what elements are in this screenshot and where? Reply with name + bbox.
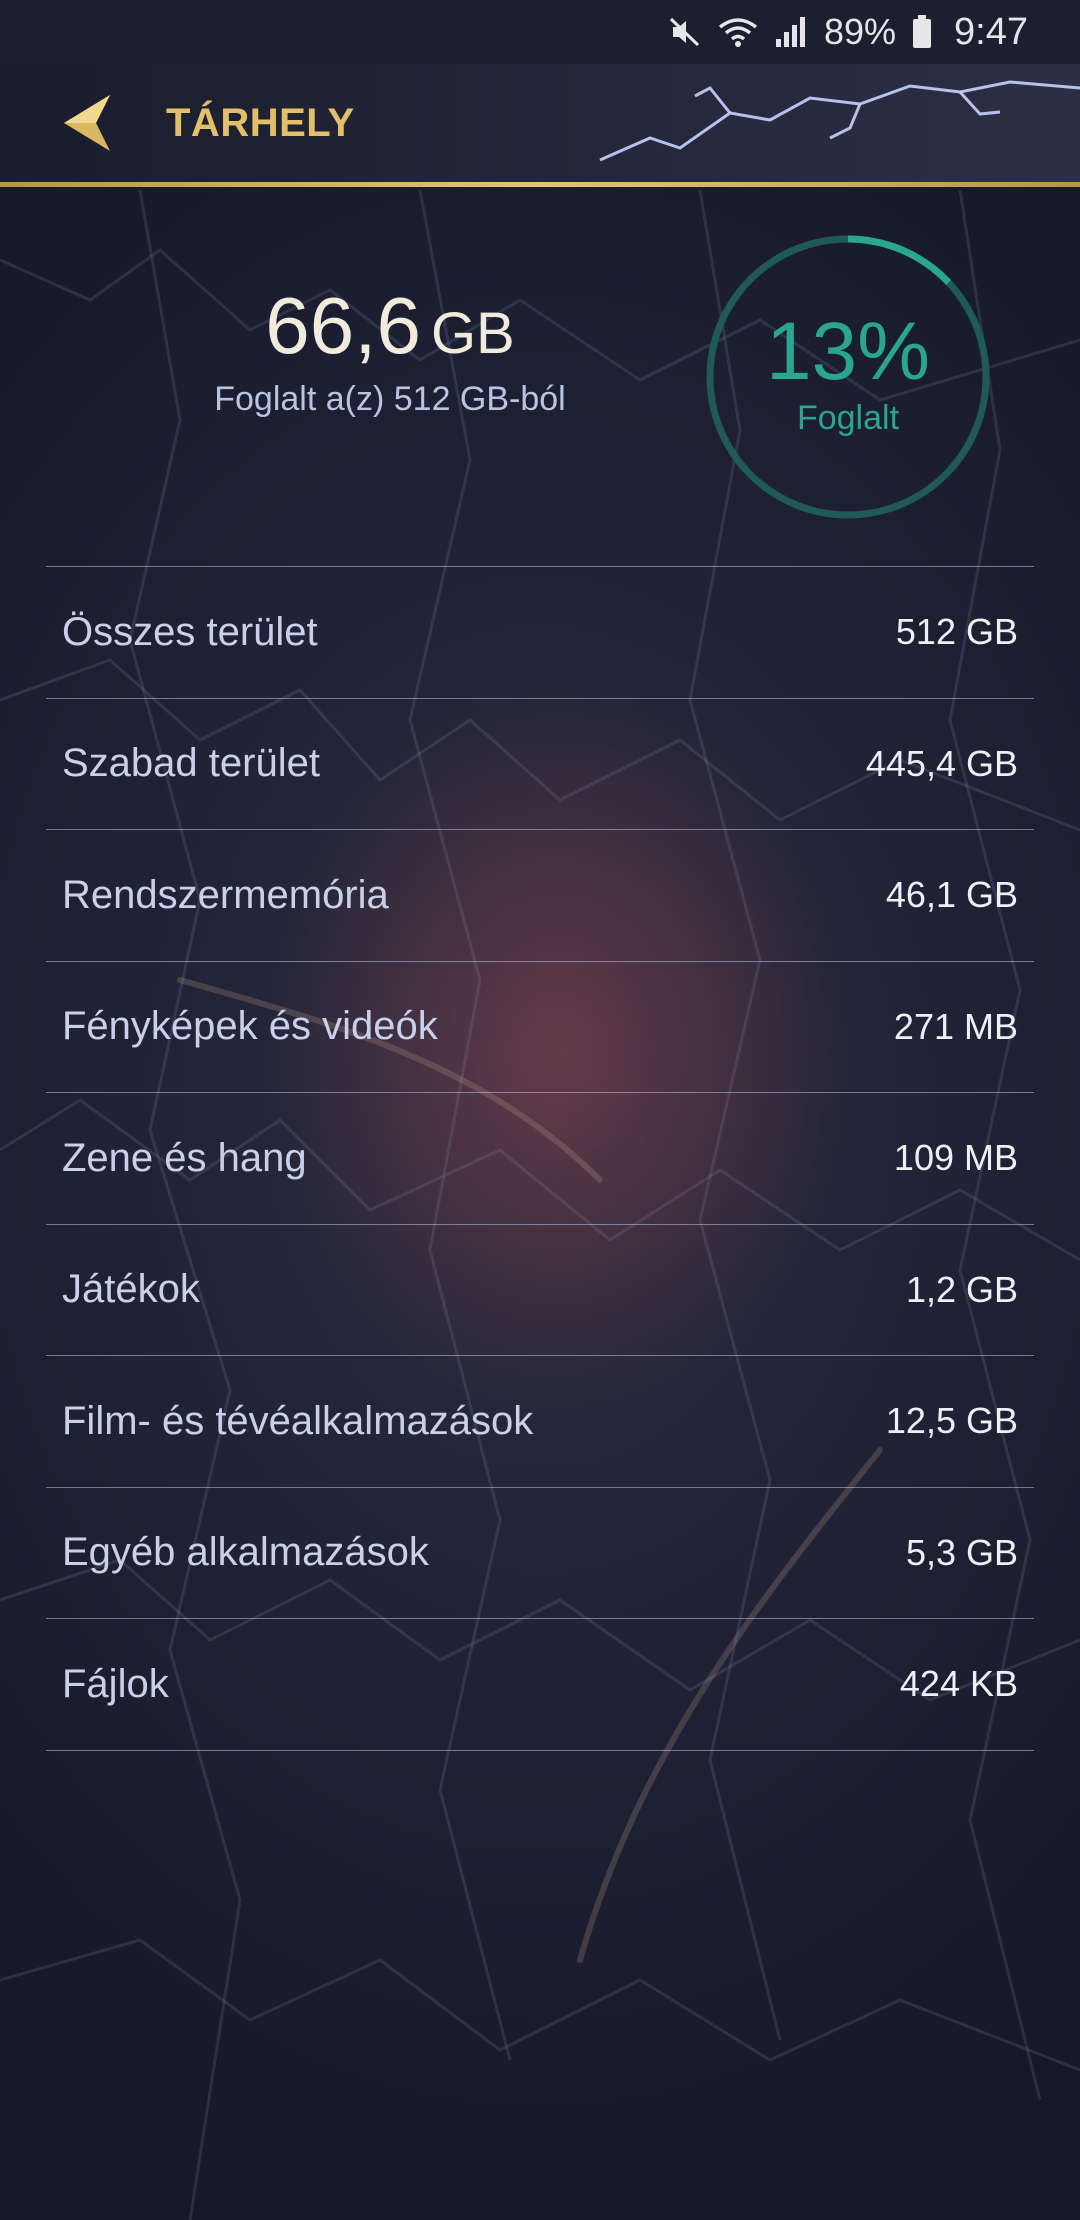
usage-ring: 13% Foglalt xyxy=(703,232,993,522)
back-button[interactable] xyxy=(40,75,136,171)
page-title: TÁRHELY xyxy=(166,100,355,145)
lightning-decoration xyxy=(599,80,1080,162)
used-value: 66,6 xyxy=(265,281,421,370)
used-caption: Foglalt a(z) 512 GB-ból xyxy=(214,380,566,418)
item-value: 512 GB xyxy=(895,611,1018,653)
item-label: Rendszermemória xyxy=(62,872,389,917)
signal-icon xyxy=(774,15,808,49)
item-value: 424 KB xyxy=(899,1663,1018,1705)
list-item[interactable]: Film- és tévéalkalmazások 12,5 GB xyxy=(46,1356,1034,1488)
item-value: 12,5 GB xyxy=(885,1400,1018,1442)
list-item[interactable]: Rendszermemória 46,1 GB xyxy=(46,830,1034,962)
ring-text: 13% Foglalt xyxy=(703,232,993,522)
list-item[interactable]: Szabad terület 445,4 GB xyxy=(46,699,1034,830)
app-bar: TÁRHELY xyxy=(0,64,1080,182)
battery-percent: 89% xyxy=(823,11,897,52)
item-label: Egyéb alkalmazások xyxy=(62,1530,429,1575)
item-label: Játékok xyxy=(62,1267,200,1312)
list-item[interactable]: Fényképek és videók 271 MB xyxy=(46,962,1034,1093)
used-percent-label: Foglalt xyxy=(796,398,900,437)
item-value: 445,4 GB xyxy=(865,742,1018,784)
clock: 9:47 xyxy=(954,10,1028,53)
item-label: Zene és hang xyxy=(62,1135,307,1180)
list-item[interactable]: Játékok 1,2 GB xyxy=(46,1225,1034,1356)
used-amount: 66,6 GB xyxy=(170,280,610,372)
storage-summary: 66,6 GB Foglalt a(z) 512 GB-ból 13% Fogla… xyxy=(0,220,1080,540)
item-value: 1,2 GB xyxy=(905,1268,1018,1310)
header-divider xyxy=(0,182,1080,187)
item-value: 5,3 GB xyxy=(905,1531,1018,1573)
back-arrow-icon xyxy=(64,95,110,151)
mute-icon xyxy=(668,15,702,49)
item-value: 109 MB xyxy=(893,1137,1018,1179)
item-label: Összes terület xyxy=(62,609,318,654)
item-label: Fájlok xyxy=(62,1661,169,1706)
item-label: Szabad terület xyxy=(62,741,320,786)
wifi-icon xyxy=(718,15,758,49)
list-item[interactable]: Összes terület 512 GB xyxy=(46,567,1034,699)
item-label: Film- és tévéalkalmazások xyxy=(62,1398,534,1443)
list-item[interactable]: Zene és hang 109 MB xyxy=(46,1093,1034,1225)
list-item[interactable]: Fájlok 424 KB xyxy=(46,1619,1034,1751)
status-bar: 89% 9:47 xyxy=(0,0,1080,64)
item-value: 271 MB xyxy=(893,1005,1018,1047)
list-item[interactable]: Egyéb alkalmazások 5,3 GB xyxy=(46,1488,1034,1619)
storage-list: Összes terület 512 GB Szabad terület 445… xyxy=(46,566,1034,1751)
item-value: 46,1 GB xyxy=(885,874,1018,916)
used-percent: 13% xyxy=(765,305,931,397)
item-label: Fényképek és videók xyxy=(62,1004,438,1049)
battery-icon xyxy=(912,15,932,49)
used-unit: GB xyxy=(430,301,515,366)
